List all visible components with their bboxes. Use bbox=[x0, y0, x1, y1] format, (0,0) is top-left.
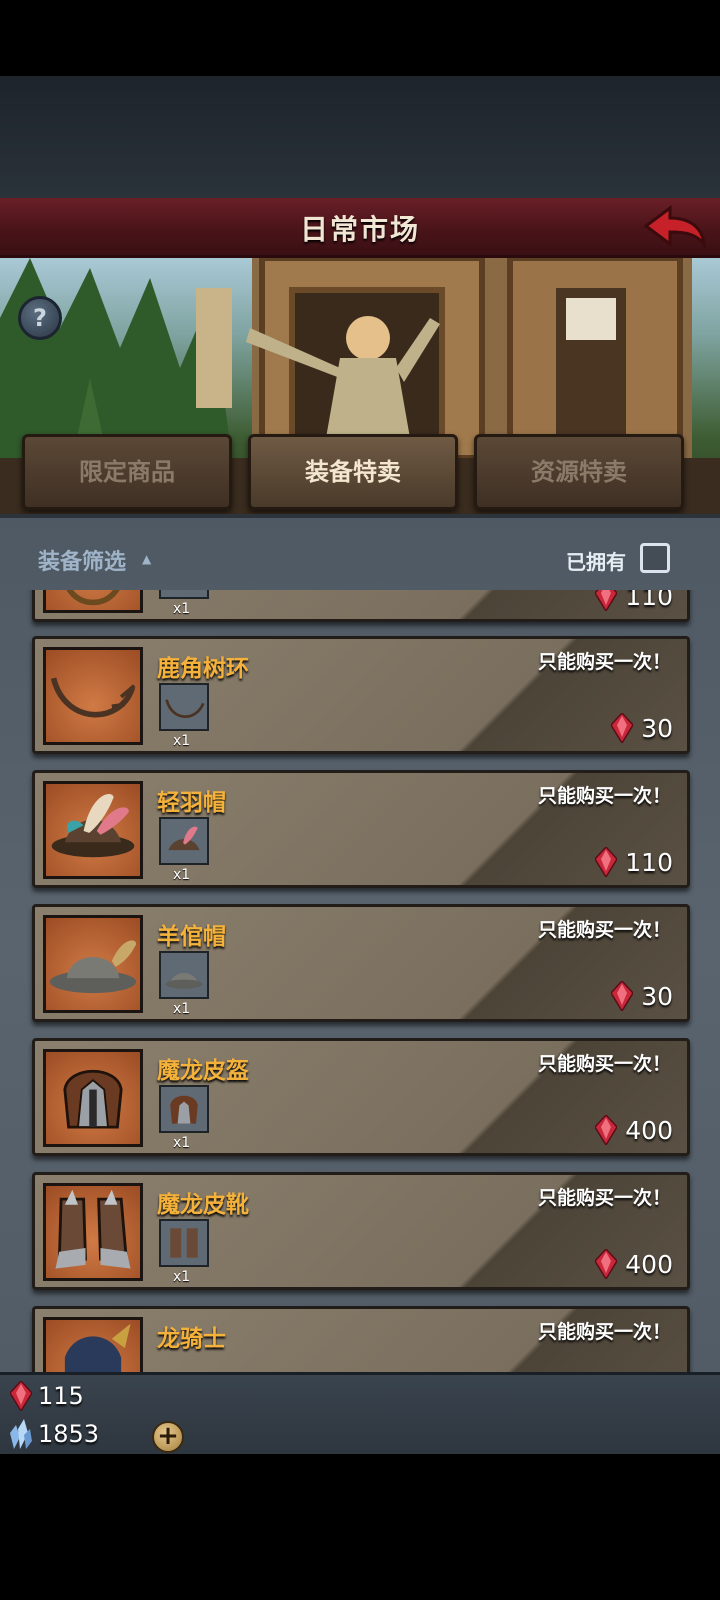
item-price: 110 bbox=[595, 590, 673, 611]
tab-label: 装备特卖 bbox=[305, 458, 401, 486]
item-name: 魔龙皮盔 bbox=[157, 1058, 249, 1084]
back-button[interactable] bbox=[643, 204, 707, 252]
ruby-icon bbox=[595, 847, 618, 877]
item-quantity: x1 bbox=[173, 1135, 191, 1151]
ruby-icon bbox=[595, 590, 618, 611]
item-thumbnail bbox=[159, 951, 209, 999]
ruby-icon bbox=[611, 713, 634, 743]
purchase-limit-note: 只能购买一次！ bbox=[537, 1321, 671, 1343]
back-arrow-icon bbox=[643, 205, 707, 249]
tab-resource-sale[interactable]: 资源特卖 bbox=[474, 434, 684, 510]
item-name: 鹿角树环 bbox=[157, 656, 249, 682]
navigation-bar-area bbox=[0, 1454, 720, 1600]
list-item[interactable]: 鹿角树环 只能购买一次！ x1 30 bbox=[32, 636, 690, 754]
price-value: 400 bbox=[625, 1115, 673, 1145]
ruby-icon bbox=[595, 1249, 618, 1279]
list-item[interactable]: 轻羽帽 只能购买一次！ x1 110 bbox=[32, 770, 690, 888]
item-quantity: x1 bbox=[173, 867, 191, 883]
item-thumbnail bbox=[159, 1219, 209, 1267]
item-name: 轻羽帽 bbox=[157, 790, 226, 816]
item-thumbnail bbox=[159, 817, 209, 865]
ruby-amount: 115 bbox=[38, 1382, 84, 1410]
price-value: 30 bbox=[641, 713, 673, 743]
add-crystal-button[interactable]: + bbox=[152, 1421, 184, 1453]
item-price: 400 bbox=[595, 1249, 673, 1279]
item-list[interactable]: x1 110 鹿角树环 只能购买一次！ x1 30 轻羽帽 只能购买一次！ x1 bbox=[0, 590, 720, 1372]
purchase-limit-note: 只能购买一次！ bbox=[537, 1053, 671, 1075]
equipment-filter-dropdown[interactable]: 装备筛选 bbox=[38, 544, 126, 576]
tab-label: 资源特卖 bbox=[531, 458, 627, 486]
purchase-limit-note: 只能购买一次！ bbox=[537, 1187, 671, 1209]
item-quantity: x1 bbox=[173, 733, 191, 749]
tab-limited-goods[interactable]: 限定商品 bbox=[22, 434, 232, 510]
title-bar: 日常市场 bbox=[0, 198, 720, 258]
item-price: 30 bbox=[611, 981, 673, 1011]
shepherd-hat-icon bbox=[43, 915, 143, 1013]
page-title: 日常市场 bbox=[299, 213, 420, 246]
ruby-icon bbox=[10, 1381, 32, 1411]
partial-item-icon bbox=[43, 590, 143, 613]
price-value: 30 bbox=[641, 981, 673, 1011]
item-name: 龙骑士 bbox=[157, 1326, 226, 1352]
top-background bbox=[0, 76, 720, 198]
plus-icon: + bbox=[157, 1421, 179, 1451]
status-bar-area bbox=[0, 0, 720, 76]
list-item[interactable]: 羊倌帽 只能购买一次！ x1 30 bbox=[32, 904, 690, 1022]
price-value: 110 bbox=[625, 590, 673, 611]
purchase-limit-note: 只能购买一次！ bbox=[537, 919, 671, 941]
tab-label: 限定商品 bbox=[79, 458, 175, 486]
dragon-knight-icon bbox=[43, 1317, 143, 1372]
ruby-icon bbox=[595, 1115, 618, 1145]
item-price: 110 bbox=[595, 847, 673, 877]
dragonhide-helm-icon bbox=[43, 1049, 143, 1147]
tab-equipment-sale[interactable]: 装备特卖 bbox=[248, 434, 458, 510]
help-button[interactable]: ? bbox=[18, 296, 62, 340]
item-thumbnail bbox=[159, 1085, 209, 1133]
item-quantity: x1 bbox=[173, 601, 191, 617]
price-value: 400 bbox=[625, 1249, 673, 1279]
item-price: 400 bbox=[595, 1115, 673, 1145]
dragonhide-boots-icon bbox=[43, 1183, 143, 1281]
list-item[interactable]: 魔龙皮盔 只能购买一次！ x1 400 bbox=[32, 1038, 690, 1156]
ruby-balance: 115 bbox=[10, 1381, 84, 1411]
owned-checkbox[interactable] bbox=[640, 543, 670, 573]
crystal-icon bbox=[10, 1419, 32, 1449]
list-item[interactable]: x1 110 bbox=[32, 590, 690, 622]
crystal-amount: 1853 bbox=[38, 1420, 100, 1448]
owned-label: 已拥有 bbox=[566, 550, 626, 574]
ruby-icon bbox=[611, 981, 634, 1011]
question-icon: ? bbox=[33, 304, 47, 332]
item-thumbnail bbox=[159, 683, 209, 731]
resource-bar: 115 1853 + bbox=[0, 1372, 720, 1454]
item-quantity: x1 bbox=[173, 1001, 191, 1017]
antler-circlet-icon bbox=[43, 647, 143, 745]
purchase-limit-note: 只能购买一次！ bbox=[537, 785, 671, 807]
price-value: 110 bbox=[625, 847, 673, 877]
item-price: 30 bbox=[611, 713, 673, 743]
feather-hat-icon bbox=[43, 781, 143, 879]
item-name: 魔龙皮靴 bbox=[157, 1192, 249, 1218]
list-item[interactable]: 魔龙皮靴 只能购买一次！ x1 400 bbox=[32, 1172, 690, 1290]
item-thumbnail bbox=[159, 590, 209, 599]
triangle-up-icon: ▲ bbox=[142, 552, 152, 566]
item-quantity: x1 bbox=[173, 1269, 191, 1285]
filter-row: 装备筛选 ▲ 已拥有 bbox=[0, 530, 720, 586]
item-name: 羊倌帽 bbox=[157, 924, 226, 950]
list-item[interactable]: 龙骑士 只能购买一次！ bbox=[32, 1306, 690, 1372]
purchase-limit-note: 只能购买一次！ bbox=[537, 651, 671, 673]
crystal-balance: 1853 bbox=[10, 1419, 99, 1449]
